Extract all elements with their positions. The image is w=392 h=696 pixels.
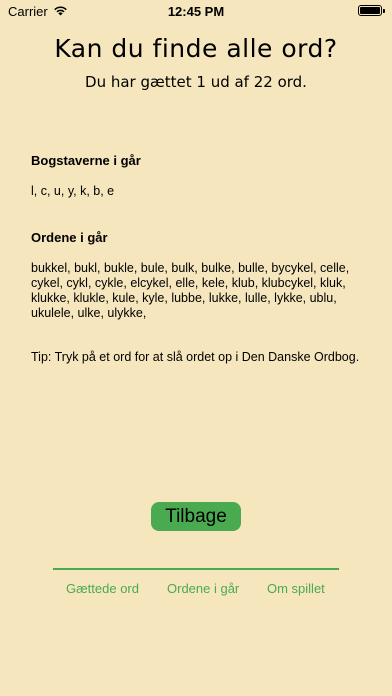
- tab-bar-divider: [53, 568, 339, 570]
- progress-subtitle: Du har gættet 1 ud af 22 ord.: [85, 73, 307, 91]
- letters-list: l, c, u, y, k, b, e: [31, 184, 115, 198]
- tab-yesterdays-words[interactable]: Ordene i går: [167, 581, 239, 596]
- words-list[interactable]: bukkel, bukl, bukle, bule, bulk, bulke, …: [31, 261, 366, 321]
- tip-text: Tip: Tryk på et ord for at slå ordet op …: [31, 350, 360, 364]
- words-heading: Ordene i går: [31, 230, 108, 245]
- status-time: 12:45 PM: [167, 4, 225, 19]
- tab-about-game[interactable]: Om spillet: [267, 581, 325, 596]
- tab-guessed-words[interactable]: Gættede ord: [66, 581, 139, 596]
- status-bar: Carrier 12:45 PM: [0, 0, 392, 22]
- battery-icon: [358, 5, 385, 16]
- letters-heading: Bogstaverne i går: [31, 153, 141, 168]
- page-title: Kan du finde alle ord?: [54, 34, 338, 63]
- back-button[interactable]: Tilbage: [151, 502, 241, 531]
